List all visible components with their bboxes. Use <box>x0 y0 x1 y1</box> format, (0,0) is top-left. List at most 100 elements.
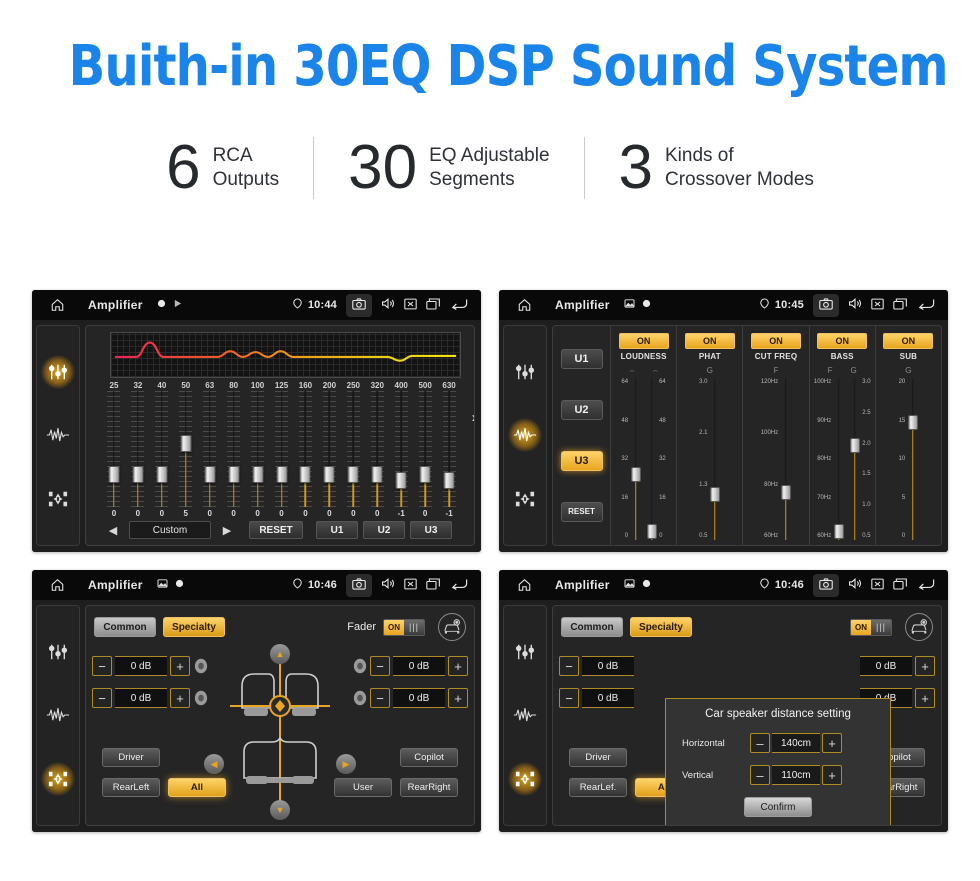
fader-track[interactable] <box>907 378 918 540</box>
recent-apps-icon[interactable] <box>893 297 908 313</box>
eq-slider-knob[interactable] <box>419 465 431 483</box>
eq-slider[interactable]: 0 <box>102 391 126 518</box>
home-icon[interactable] <box>507 298 541 312</box>
preset-u1-button[interactable]: U1 <box>316 521 358 539</box>
eq-slider-track[interactable] <box>179 391 193 507</box>
dsp-fader[interactable]: 120Hz 100Hz 80Hz 60Hz <box>761 378 791 540</box>
camera-icon[interactable] <box>346 293 372 317</box>
volume-icon[interactable] <box>848 297 862 313</box>
camera-icon[interactable] <box>346 573 372 597</box>
eq-slider-track[interactable] <box>394 391 408 507</box>
fader-knob[interactable] <box>709 486 720 502</box>
fader-track[interactable] <box>833 378 844 540</box>
waveform-icon[interactable] <box>508 698 542 732</box>
dsp-on-button[interactable]: ON <box>751 333 801 349</box>
dsp-reset-button[interactable]: RESET <box>560 501 603 522</box>
eq-slider[interactable]: 0 <box>198 391 222 518</box>
db-plus-button[interactable]: + <box>448 688 468 708</box>
eq-slider-track[interactable] <box>107 391 121 507</box>
home-icon[interactable] <box>40 298 74 312</box>
fader-track[interactable] <box>630 378 641 540</box>
eq-slider-knob[interactable] <box>299 465 311 483</box>
volume-icon[interactable] <box>381 297 395 313</box>
eq-slider[interactable]: 0 <box>150 391 174 518</box>
preset-u3-button[interactable]: U3 <box>410 521 452 539</box>
eq-slider[interactable]: 0 <box>246 391 270 518</box>
preset-u2-button[interactable]: U2 <box>363 521 405 539</box>
db-minus-button[interactable]: − <box>92 656 112 676</box>
eq-slider[interactable]: 0 <box>126 391 150 518</box>
preset-name[interactable]: Custom <box>129 521 211 539</box>
eq-slider-track[interactable] <box>251 391 265 507</box>
back-icon[interactable] <box>450 577 469 593</box>
equalizer-icon[interactable] <box>508 355 542 389</box>
tab-specialty[interactable]: Specialty <box>630 617 692 637</box>
dsp-on-button[interactable]: ON <box>618 333 669 349</box>
recent-apps-icon[interactable] <box>426 297 441 313</box>
fader-knob[interactable] <box>646 523 657 539</box>
eq-slider-knob[interactable] <box>347 465 359 483</box>
dsp-fader[interactable]: 3.0 2.1 1.3 0.5 <box>699 378 720 540</box>
equalizer-icon[interactable] <box>508 635 542 669</box>
reset-button[interactable]: RESET <box>249 521 303 539</box>
eq-slider-track[interactable] <box>203 391 217 507</box>
fader-toggle[interactable]: ON ||| <box>383 618 425 636</box>
eq-slider[interactable]: 0 <box>222 391 246 518</box>
db-plus-button[interactable]: + <box>170 688 190 708</box>
chevron-right-icon[interactable]: » <box>472 409 474 426</box>
car-settings-icon[interactable] <box>905 613 933 641</box>
dsp-on-button[interactable]: ON <box>684 333 735 349</box>
close-icon[interactable] <box>871 578 884 593</box>
eq-slider-knob[interactable] <box>323 465 335 483</box>
eq-slider-track[interactable] <box>227 391 241 507</box>
dsp-fader[interactable]: 100Hz 90Hz 80Hz 70Hz 60Hz <box>814 378 844 540</box>
fader-track[interactable] <box>780 378 791 540</box>
db-minus-button[interactable]: − <box>92 688 112 708</box>
seat-down-arrow[interactable]: ▼ <box>270 800 290 820</box>
home-icon[interactable] <box>507 578 541 592</box>
preset-driver-button[interactable]: Driver <box>102 748 160 767</box>
seat-up-arrow[interactable]: ▲ <box>270 644 290 664</box>
eq-slider[interactable]: 5 <box>174 391 198 518</box>
user-preset-u3-button[interactable]: U3 <box>560 450 603 471</box>
camera-icon[interactable] <box>813 573 839 597</box>
fader-knob[interactable] <box>780 485 791 501</box>
fader-track[interactable] <box>709 378 720 540</box>
dsp-fader[interactable]: 64 48 32 16 0 <box>621 378 641 540</box>
balance-icon[interactable] <box>508 482 542 516</box>
tab-common[interactable]: Common <box>94 617 156 637</box>
back-icon[interactable] <box>917 577 936 593</box>
eq-slider-track[interactable] <box>442 391 456 507</box>
horizontal-minus-button[interactable]: – <box>750 733 770 753</box>
user-preset-u2-button[interactable]: U2 <box>560 400 603 421</box>
dsp-fader[interactable]: 20 15 10 5 0 <box>899 378 919 540</box>
seat-right-arrow[interactable]: ▶ <box>336 754 356 774</box>
horizontal-plus-button[interactable]: + <box>822 733 842 753</box>
eq-slider-track[interactable] <box>131 391 145 507</box>
db-plus-button[interactable]: + <box>448 656 468 676</box>
fader-knob[interactable] <box>630 467 641 483</box>
recent-apps-icon[interactable] <box>426 577 441 593</box>
vertical-plus-button[interactable]: + <box>822 765 842 785</box>
volume-icon[interactable] <box>848 577 862 593</box>
eq-slider-knob[interactable] <box>108 465 120 483</box>
car-seat-diagram[interactable] <box>220 650 340 818</box>
db-minus-button[interactable]: − <box>370 656 390 676</box>
eq-slider-track[interactable] <box>155 391 169 507</box>
db-plus-button[interactable]: + <box>170 656 190 676</box>
eq-slider-track[interactable] <box>370 391 384 507</box>
volume-icon[interactable] <box>381 577 395 593</box>
camera-icon[interactable] <box>813 293 839 317</box>
fader-track[interactable] <box>646 378 657 540</box>
tab-common[interactable]: Common <box>561 617 623 637</box>
eq-slider-knob[interactable] <box>443 471 455 489</box>
eq-slider-track[interactable] <box>322 391 336 507</box>
close-icon[interactable] <box>404 578 417 593</box>
eq-slider-knob[interactable] <box>156 465 168 483</box>
dsp-on-button[interactable]: ON <box>883 333 934 349</box>
eq-slider[interactable]: -1 <box>437 391 461 518</box>
dsp-fader[interactable]: 3.0 2.5 2.0 1.5 1.0 0.5 <box>849 378 871 540</box>
eq-slider[interactable]: -1 <box>389 391 413 518</box>
balance-icon[interactable] <box>41 482 75 516</box>
eq-slider[interactable]: 0 <box>270 391 294 518</box>
